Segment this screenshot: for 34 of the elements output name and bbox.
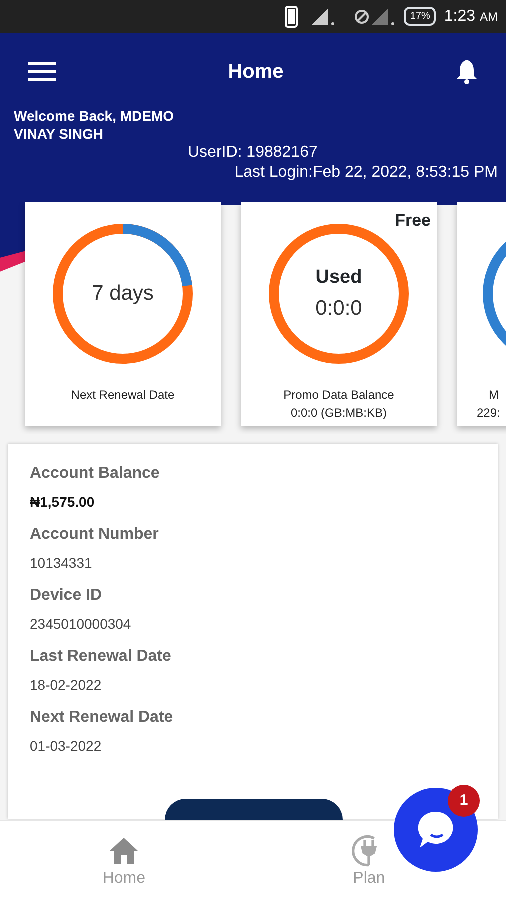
field-label: Last Renewal Date (30, 647, 172, 667)
field-label: Account Number (30, 525, 160, 545)
blocked-signal-icon (354, 6, 396, 26)
clock: 1:23 AM (444, 6, 498, 26)
gauge-subtext: 229: (476, 405, 500, 422)
used-heading: Used (316, 266, 362, 290)
field-label: Account Balance (30, 464, 161, 484)
field-value: 18-02-2022 (30, 676, 103, 695)
gauge-value: 7 days (92, 281, 154, 308)
user-id: UserID: 19882167 (187, 143, 319, 163)
nav-tab[interactable]: Plan (351, 821, 388, 900)
gauge-label: Promo Data Balance (284, 387, 394, 404)
gauge-label: M (488, 387, 499, 404)
gauge-label: Next Renewal Date (71, 387, 175, 404)
page-title: Home (228, 60, 284, 85)
phone-icon (285, 6, 298, 28)
battery-indicator: 17% (404, 7, 436, 26)
field-value: 01-03-2022 (30, 737, 103, 756)
gauge-value: 0:0:0 (316, 296, 362, 322)
field-value: 10134331 (30, 554, 94, 573)
notification-bell-icon[interactable] (456, 59, 478, 85)
field-label: Device ID (30, 586, 104, 606)
field-value: ₦1,575.00 (30, 493, 96, 512)
user-name: VINAY SINGH (14, 125, 104, 143)
gauge-subtext: 0:0:0 (GB:MB:KB) (290, 405, 388, 422)
free-label: Free (395, 210, 431, 232)
field-label: Next Renewal Date (30, 708, 174, 728)
nav-tab[interactable]: Home (102, 821, 146, 900)
home-icon (108, 835, 140, 867)
last-login: Last Login:Feb 22, 2022, 8:53:15 PM (234, 163, 499, 183)
menu-icon[interactable] (28, 62, 56, 82)
welcome-text: Welcome Back, MDEMO (14, 107, 176, 125)
renew-button[interactable] (165, 799, 343, 820)
field-value: 2345010000304 (30, 615, 132, 634)
